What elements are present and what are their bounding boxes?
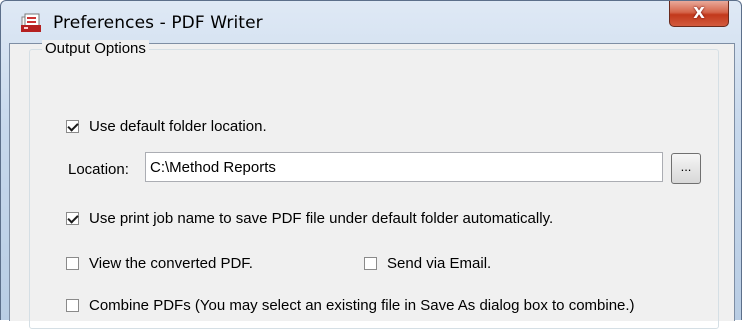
combine-pdfs-checkbox[interactable] xyxy=(66,299,79,312)
view-converted-pdf-option[interactable]: View the converted PDF. xyxy=(66,255,253,272)
location-label: Location: xyxy=(68,161,129,178)
use-default-folder-checkbox[interactable] xyxy=(66,120,79,133)
output-options-group: Output Options xyxy=(29,40,719,329)
combine-pdfs-option[interactable]: Combine PDFs (You may select an existing… xyxy=(66,297,635,314)
combine-pdfs-label: Combine PDFs (You may select an existing… xyxy=(89,297,635,314)
send-via-email-checkbox[interactable] xyxy=(364,257,377,270)
window-title: Preferences - PDF Writer xyxy=(53,13,263,33)
use-default-folder-label: Use default folder location. xyxy=(89,118,267,135)
view-converted-pdf-label: View the converted PDF. xyxy=(89,255,253,272)
title-bar[interactable]: Preferences - PDF Writer X xyxy=(1,1,741,43)
output-options-legend: Output Options xyxy=(42,40,149,57)
use-print-job-name-label: Use print job name to save PDF file unde… xyxy=(89,210,554,227)
desktop-edge xyxy=(742,0,750,320)
close-button[interactable]: X xyxy=(669,1,729,27)
use-print-job-name-option[interactable]: Use print job name to save PDF file unde… xyxy=(66,210,553,227)
send-via-email-option[interactable]: Send via Email. xyxy=(364,255,491,272)
browse-button[interactable]: ... xyxy=(671,153,701,184)
use-default-folder-option[interactable]: Use default folder location. xyxy=(66,118,267,135)
send-via-email-label: Send via Email. xyxy=(387,255,492,272)
use-print-job-name-checkbox[interactable] xyxy=(66,212,79,225)
location-input[interactable] xyxy=(145,152,663,182)
app-icon xyxy=(21,13,41,32)
view-converted-pdf-checkbox[interactable] xyxy=(66,257,79,270)
